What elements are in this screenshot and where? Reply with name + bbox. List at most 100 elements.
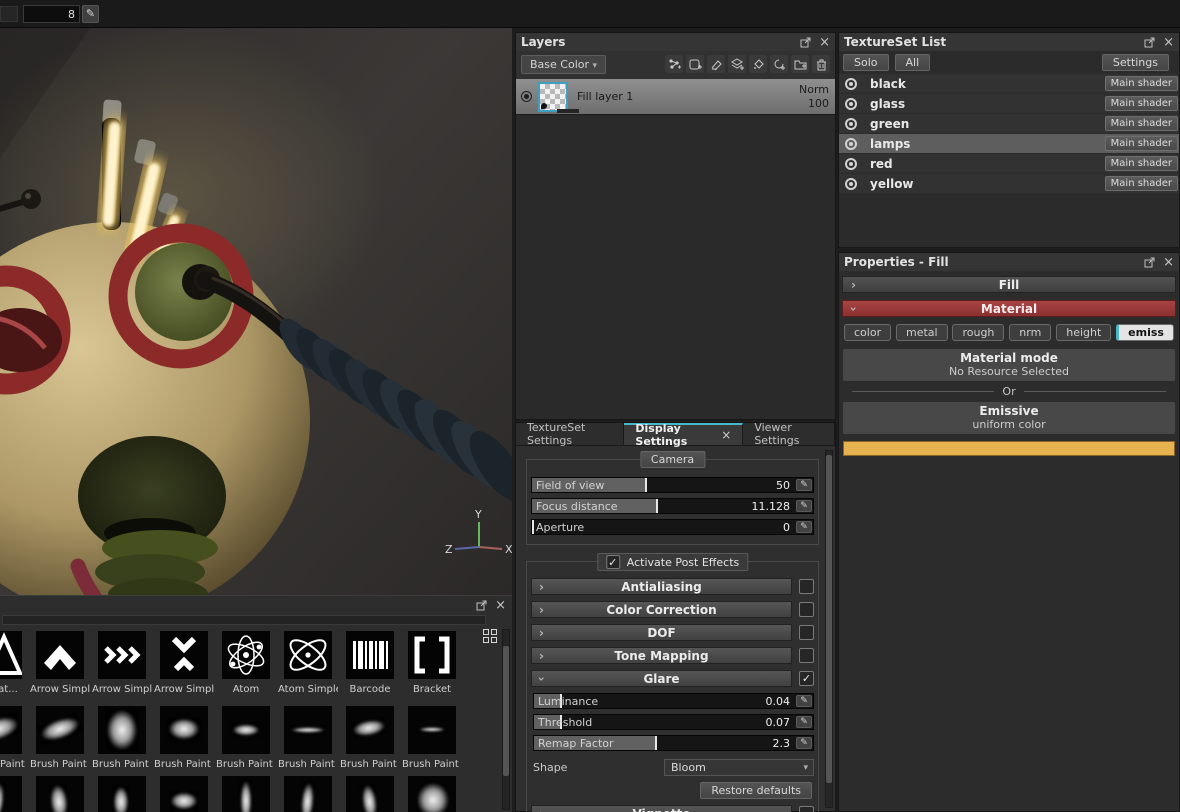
vignette-header[interactable]: ›Vignette xyxy=(531,805,792,812)
dof-checkbox[interactable] xyxy=(799,625,814,640)
asset-brush-paint[interactable]: Brush Paint ... xyxy=(154,706,214,770)
channel-emiss-button[interactable]: emiss xyxy=(1116,324,1174,341)
asset-brush-paint[interactable]: Brush Paint ... xyxy=(278,706,338,770)
asset-brush[interactable] xyxy=(346,776,394,812)
asset-negative[interactable]: Negat... xyxy=(0,631,22,695)
asset-brush-paint[interactable]: Brush Paint ... xyxy=(0,706,28,770)
asset-brush[interactable] xyxy=(98,776,146,812)
channel-nrm-button[interactable]: nrm xyxy=(1009,324,1052,341)
color-correction-checkbox[interactable] xyxy=(799,602,814,617)
vignette-checkbox[interactable] xyxy=(799,806,814,812)
tab-display-settings[interactable]: Display Settings × xyxy=(624,422,744,448)
asset-arrow-simple-2[interactable]: Arrow Simpl... xyxy=(92,631,152,695)
main-shader-button[interactable]: Main shader xyxy=(1104,76,1178,91)
layer-row-fill-layer-1[interactable]: Fill layer 1 Norm 100 xyxy=(516,79,835,115)
activate-post-effects-toggle[interactable]: ✓ Activate Post Effects xyxy=(596,553,749,571)
fill-bucket-icon[interactable] xyxy=(749,55,767,73)
settings-scrollbar[interactable] xyxy=(825,450,833,808)
textureset-row-lamps[interactable]: lamps Main shader xyxy=(839,134,1179,153)
channel-metal-button[interactable]: metal xyxy=(895,324,948,341)
brush-size-input[interactable]: 8 xyxy=(23,5,80,23)
layer-name[interactable]: Fill layer 1 xyxy=(577,90,633,103)
grid-view-icon[interactable] xyxy=(483,629,498,644)
textureset-row-green[interactable]: green Main shader xyxy=(839,114,1179,133)
channel-rough-button[interactable]: rough xyxy=(952,324,1005,341)
textureset-row-yellow[interactable]: yellow Main shader xyxy=(839,174,1179,193)
asset-bracket[interactable]: Bracket xyxy=(408,631,456,695)
edit-value-icon[interactable]: ✎ xyxy=(796,521,812,533)
channel-height-button[interactable]: height xyxy=(1056,324,1112,341)
fill-section-header[interactable]: › Fill xyxy=(842,276,1176,293)
edit-value-icon[interactable]: ✎ xyxy=(796,479,812,491)
textureset-row-glass[interactable]: glass Main shader xyxy=(839,94,1179,113)
asset-atom[interactable]: Atom xyxy=(222,631,270,695)
material-mode-button[interactable]: Material mode No Resource Selected xyxy=(843,349,1175,381)
layer-visibility-icon[interactable] xyxy=(521,91,532,102)
asset-brush[interactable] xyxy=(408,776,456,812)
asset-arrow-simple-3[interactable]: Arrow Simpl... xyxy=(154,631,214,695)
delete-layer-icon[interactable] xyxy=(812,55,830,73)
layer-blend-mode[interactable]: Norm xyxy=(799,83,829,97)
close-icon[interactable]: × xyxy=(1163,36,1174,49)
popout-icon[interactable] xyxy=(800,37,811,48)
tab-textureset-settings[interactable]: TextureSet Settings xyxy=(516,421,625,447)
eraser-icon[interactable] xyxy=(707,55,725,73)
checkbox-checked-icon[interactable]: ✓ xyxy=(605,555,620,569)
asset-barcode[interactable]: Barcode xyxy=(346,631,394,695)
material-section-header[interactable]: › Material xyxy=(842,300,1176,317)
edit-value-icon[interactable]: ✎ xyxy=(796,716,812,728)
layer-opacity[interactable]: 100 xyxy=(799,97,829,111)
asset-brush-paint[interactable]: Brush Paint ... xyxy=(340,706,400,770)
shape-dropdown[interactable]: Bloom ▾ xyxy=(664,758,814,776)
popout-icon[interactable] xyxy=(476,600,487,611)
asset-brush-paint[interactable]: Brush Paint ... xyxy=(216,706,276,770)
smart-material-icon[interactable] xyxy=(770,55,788,73)
asset-brush[interactable] xyxy=(284,776,332,812)
glare-checkbox[interactable]: ✓ xyxy=(799,671,814,686)
popout-icon[interactable] xyxy=(1144,37,1155,48)
restore-defaults-button[interactable]: Restore defaults xyxy=(700,782,812,799)
textureset-row-black[interactable]: black Main shader xyxy=(839,74,1179,93)
textureset-row-red[interactable]: red Main shader xyxy=(839,154,1179,173)
layer-thumbnail[interactable] xyxy=(538,81,568,112)
add-fill-layer-icon[interactable] xyxy=(728,55,746,73)
asset-arrow-simple[interactable]: Arrow Simple xyxy=(30,631,90,695)
threshold-slider[interactable]: Threshold 0.07 ✎ xyxy=(533,714,814,730)
emissive-color-swatch[interactable] xyxy=(843,441,1175,456)
asset-brush-paint[interactable]: Brush Paint ... xyxy=(402,706,462,770)
dof-header[interactable]: › DOF xyxy=(531,624,792,641)
channel-color-button[interactable]: color xyxy=(844,324,892,341)
close-icon[interactable]: × xyxy=(1163,256,1174,269)
edit-value-icon[interactable]: ✎ xyxy=(796,695,812,707)
visibility-radio-icon[interactable] xyxy=(845,97,857,110)
edit-value-icon[interactable]: ✎ xyxy=(796,500,812,512)
visibility-radio-icon[interactable] xyxy=(845,157,857,170)
antialiasing-header[interactable]: › Antialiasing xyxy=(531,578,792,595)
asset-brush[interactable] xyxy=(0,776,22,812)
asset-brush[interactable] xyxy=(222,776,270,812)
add-effect-icon[interactable] xyxy=(665,55,683,73)
main-shader-button[interactable]: Main shader xyxy=(1104,96,1178,111)
edit-pencil-icon[interactable]: ✎ xyxy=(82,5,99,23)
main-shader-button[interactable]: Main shader xyxy=(1104,116,1178,131)
focus-distance-slider[interactable]: Focus distance 11.128 ✎ xyxy=(531,498,814,514)
asset-atom-simple[interactable]: Atom Simple xyxy=(278,631,338,695)
asset-brush[interactable] xyxy=(160,776,208,812)
tone-mapping-checkbox[interactable] xyxy=(799,648,814,663)
close-icon[interactable]: × xyxy=(819,36,830,49)
remap-factor-slider[interactable]: Remap Factor 2.3 ✎ xyxy=(533,735,814,751)
tab-close-icon[interactable]: × xyxy=(721,428,731,442)
settings-button[interactable]: Settings xyxy=(1101,54,1169,71)
shelf-scrollbar[interactable] xyxy=(502,629,510,810)
main-shader-button[interactable]: Main shader xyxy=(1104,136,1178,151)
visibility-radio-icon[interactable] xyxy=(845,137,857,150)
tab-viewer-settings[interactable]: Viewer Settings xyxy=(743,421,835,447)
viewport-3d[interactable]: Y X Z xyxy=(0,23,525,624)
glare-header[interactable]: › Glare xyxy=(531,670,792,687)
close-icon[interactable]: × xyxy=(495,599,506,612)
color-correction-header[interactable]: › Color Correction xyxy=(531,601,792,618)
shelf-filter-bar[interactable] xyxy=(2,615,486,625)
edit-value-icon[interactable]: ✎ xyxy=(796,737,812,749)
field-of-view-slider[interactable]: Field of view 50 ✎ xyxy=(531,477,814,493)
asset-brush-paint[interactable]: Brush Paint ... xyxy=(92,706,152,770)
